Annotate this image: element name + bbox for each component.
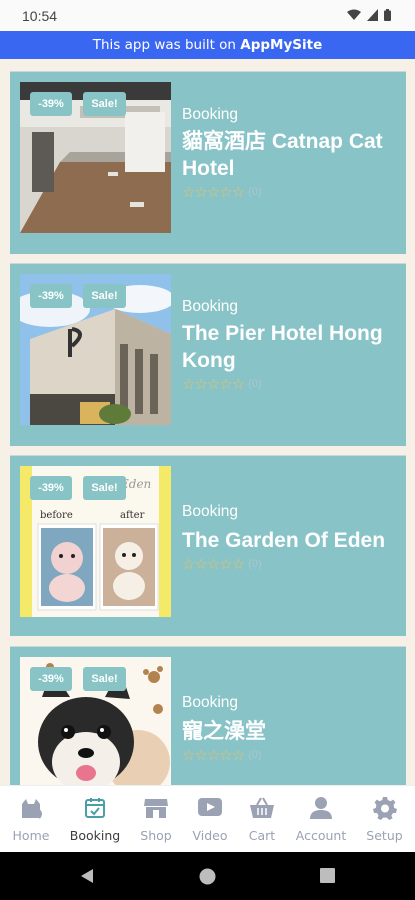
product-card[interactable]: -39% Sale! Booking 寵之澡堂 ☆☆☆☆☆ (0) [10,646,406,785]
product-image[interactable]: -39% Sale! [20,274,171,425]
user-icon [309,796,333,825]
tab-label: Booking [69,828,121,843]
product-title[interactable]: The Pier Hotel Hong Kong [182,320,397,374]
tab-label: Account [295,828,347,843]
product-title[interactable]: The Garden Of Eden [182,527,397,554]
discount-badge: -39% [30,476,72,500]
review-count: (0) [248,186,262,198]
product-category: Booking [182,694,239,711]
tab-home[interactable]: Home [0,786,62,853]
product-card[interactable]: -39% Sale! Booking The Pier Hotel Hong K… [10,263,406,446]
tab-video[interactable]: Video [184,786,236,853]
product-category: Booking [182,298,239,315]
product-title[interactable]: 寵之澡堂 [182,718,397,745]
recents-icon[interactable] [320,868,335,888]
star-rating-icon: ☆☆☆☆☆ [182,375,245,393]
star-rating-icon: ☆☆☆☆☆ [182,746,245,764]
cat-icon [19,796,43,825]
wifi-icon [347,8,361,26]
product-info: Booking 貓窩酒店 Catnap Cat Hotel ☆☆☆☆☆ (0) [182,106,397,201]
product-image[interactable]: before after Eden -39% Sale! [20,466,171,617]
sale-badge: Sale! [83,667,126,691]
svg-text:before: before [40,510,73,521]
product-image[interactable]: -39% Sale! [20,82,171,233]
product-card[interactable]: -39% Sale! Booking 貓窩酒店 Catnap Cat Hotel… [10,71,406,254]
product-rating: ☆☆☆☆☆ (0) [182,375,397,393]
product-info: Booking The Garden Of Eden ☆☆☆☆☆ (0) [182,503,397,573]
status-icons [347,8,391,26]
product-list[interactable]: -39% Sale! Booking 貓窩酒店 Catnap Cat Hotel… [0,59,415,785]
tab-label: Home [12,828,50,843]
status-time: 10:54 [22,8,58,24]
star-rating-icon: ☆☆☆☆☆ [182,183,245,201]
product-card[interactable]: before after Eden -39% Sale! Booking The… [10,455,406,636]
svg-text:after: after [120,510,145,521]
sale-badge: Sale! [83,476,126,500]
signal-icon [367,8,378,26]
play-icon [197,796,223,823]
calendar-check-icon [83,796,107,825]
discount-badge: -39% [30,284,72,308]
banner-text: This app was built on [92,37,241,53]
tab-shop[interactable]: Shop [128,786,184,853]
banner-brand: AppMySite [240,37,323,53]
appmysite-banner[interactable]: This app was built on AppMySite [0,31,415,59]
product-rating: ☆☆☆☆☆ (0) [182,555,397,573]
bottom-tab-bar: Home Booking Shop Video Cart Account Set… [0,785,415,853]
gear-icon [372,796,397,825]
back-icon[interactable] [79,868,95,889]
tab-account[interactable]: Account [288,786,354,853]
product-info: Booking The Pier Hotel Hong Kong ☆☆☆☆☆ (… [182,298,397,393]
tab-label: Shop [140,828,172,843]
system-nav-bar [0,852,415,900]
tab-label: Video [192,828,228,843]
product-info: Booking 寵之澡堂 ☆☆☆☆☆ (0) [182,694,397,764]
tab-label: Cart [248,828,276,843]
tab-booking[interactable]: Booking [62,786,128,853]
product-title[interactable]: 貓窩酒店 Catnap Cat Hotel [182,128,397,182]
product-category: Booking [182,106,239,123]
basket-icon [249,796,275,825]
discount-badge: -39% [30,92,72,116]
product-category: Booking [182,503,239,520]
star-rating-icon: ☆☆☆☆☆ [182,555,245,573]
review-count: (0) [248,378,262,390]
storefront-icon [143,796,169,825]
tab-label: Setup [366,828,403,843]
home-circle-icon[interactable] [199,868,216,890]
product-rating: ☆☆☆☆☆ (0) [182,746,397,764]
status-bar: 10:54 [0,0,415,31]
product-image[interactable]: -39% Sale! [20,657,171,785]
review-count: (0) [248,749,262,761]
battery-icon [384,8,391,26]
review-count: (0) [248,558,262,570]
sale-badge: Sale! [83,92,126,116]
tab-setup[interactable]: Setup [354,786,415,853]
sale-badge: Sale! [83,284,126,308]
discount-badge: -39% [30,667,72,691]
product-rating: ☆☆☆☆☆ (0) [182,183,397,201]
tab-cart[interactable]: Cart [236,786,288,853]
